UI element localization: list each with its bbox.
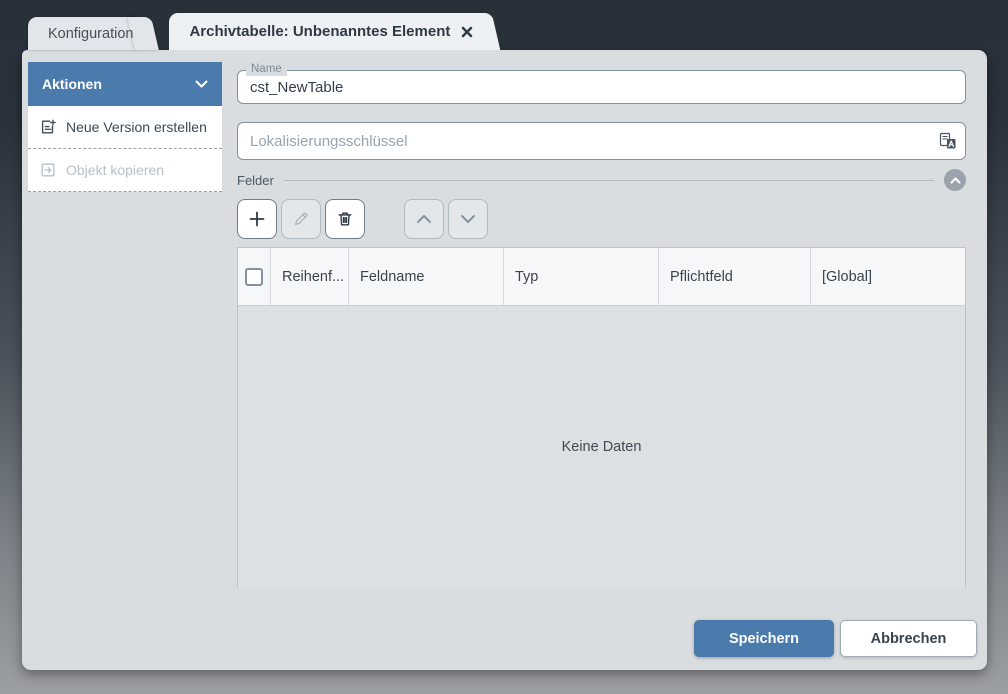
fields-toolbar [237,199,488,239]
sidebar-item-label: Objekt kopieren [66,162,164,178]
translate-icon[interactable] [938,131,958,151]
edit-field-button[interactable] [281,199,321,239]
new-document-icon [39,118,57,136]
chevron-up-icon [416,214,432,224]
move-up-button[interactable] [404,199,444,239]
delete-field-button[interactable] [325,199,365,239]
editor-content: Name Felder [237,50,966,670]
screen: Konfiguration Archivtabelle: Unbenanntes… [0,0,1008,694]
plus-icon [247,209,267,229]
column-header-global[interactable]: [Global] [810,248,965,305]
chevron-down-icon [460,214,476,224]
save-button[interactable]: Speichern [694,620,834,657]
actions-sidebar: Aktionen Neue Version erstellen [28,62,222,192]
tab-bar: Konfiguration Archivtabelle: Unbenanntes… [28,13,488,50]
move-down-button[interactable] [448,199,488,239]
table-body: Keine Daten [238,306,965,588]
tab-label: Archivtabelle: Unbenanntes Element [189,23,450,40]
sidebar-item-objekt-kopieren[interactable]: Objekt kopieren [28,149,222,192]
empty-table-message: Keine Daten [562,439,642,455]
sidebar-item-neue-version-erstellen[interactable]: Neue Version erstellen [28,106,222,149]
copy-icon [39,161,57,179]
actions-header-label: Aktionen [42,76,102,92]
name-field-label: Name [246,62,287,76]
name-input[interactable] [237,70,966,104]
column-header-reihenfolge[interactable]: Reihenf... [270,248,348,305]
trash-icon [336,210,354,228]
fields-section-header: Felder [237,168,966,192]
column-header-pflichtfeld[interactable]: Pflichtfeld [658,248,810,305]
name-field-group: Name [237,70,966,104]
chevron-up-icon [950,177,961,184]
cancel-button[interactable]: Abbrechen [840,620,977,657]
toolbar-spacer [369,199,400,239]
tab-label: Konfiguration [48,26,133,42]
footer-actions: Speichern Abbrechen [694,620,977,657]
chevron-down-icon [195,80,208,88]
column-header-feldname[interactable]: Feldname [348,248,503,305]
close-icon[interactable] [460,25,474,39]
collapse-section-button[interactable] [944,169,966,191]
actions-header[interactable]: Aktionen [28,62,222,106]
tab-konfiguration[interactable]: Konfiguration [28,17,147,50]
fields-table: Reihenf... Feldname Typ Pflichtfeld [Glo… [237,247,966,588]
fields-section-label: Felder [237,173,274,188]
sidebar-item-label: Neue Version erstellen [66,119,207,135]
add-field-button[interactable] [237,199,277,239]
pencil-icon [292,210,310,228]
select-all-checkbox[interactable] [245,268,263,286]
select-all-cell [238,248,270,305]
table-header-row: Reihenf... Feldname Typ Pflichtfeld [Glo… [238,248,965,306]
main-panel: Aktionen Neue Version erstellen [22,50,987,670]
localization-field-group [237,122,966,160]
column-header-typ[interactable]: Typ [503,248,658,305]
section-divider-line [284,180,934,181]
tab-archivtabelle[interactable]: Archivtabelle: Unbenanntes Element [169,13,488,50]
localization-key-input[interactable] [237,122,966,160]
